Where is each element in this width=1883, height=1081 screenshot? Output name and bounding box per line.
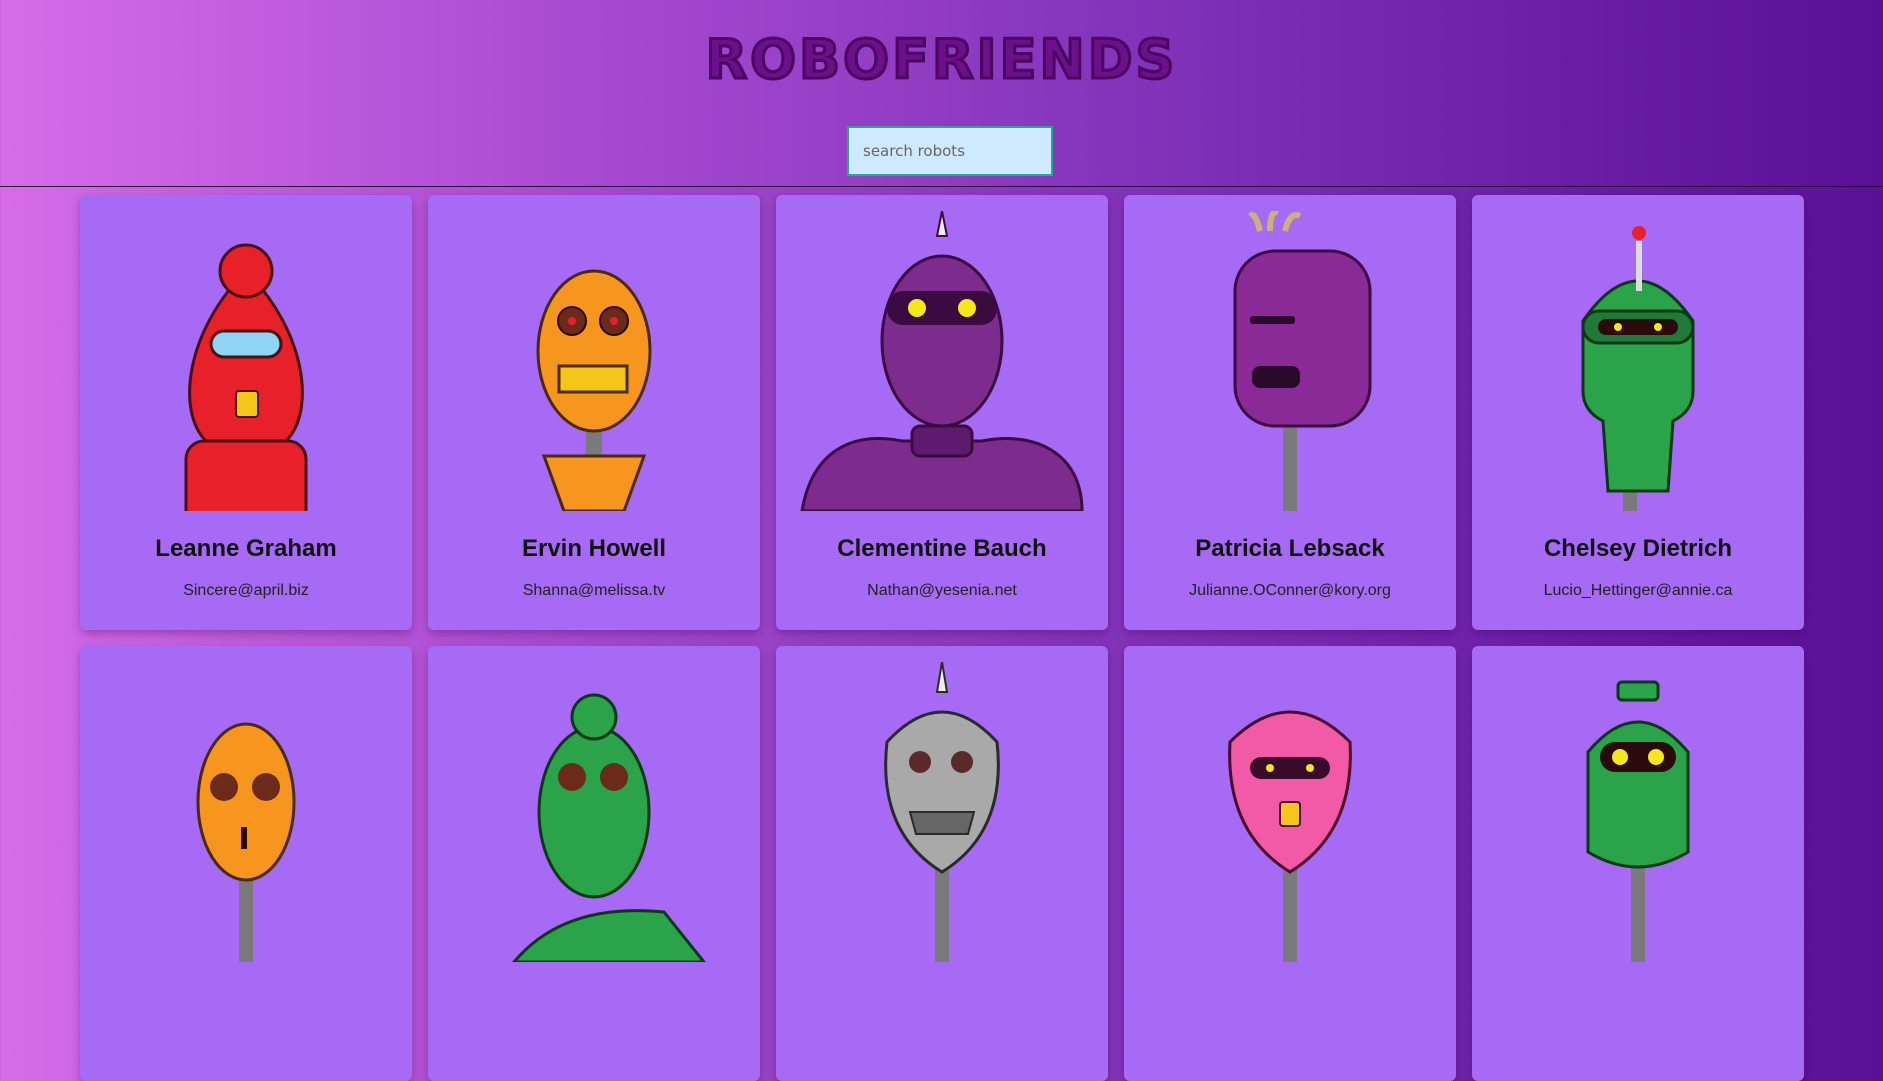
robot-card[interactable] [1472,646,1804,1081]
robot-avatar [1233,211,1372,511]
robot-avatar [512,693,706,962]
robot-card[interactable]: Patricia Lebsack Julianne.OConner@kory.o… [1124,195,1456,630]
robot-card[interactable]: Leanne Graham Sincere@april.biz [80,195,412,630]
header: ROBOFRIENDS [0,0,1883,187]
robot-name: Chelsey Dietrich [1543,535,1733,562]
robot-card[interactable] [428,646,760,1081]
robot-card[interactable] [776,646,1108,1081]
robot-avatar [1581,226,1695,511]
robot-email: Lucio_Hettinger@annie.ca [1543,582,1733,599]
robot-avatar [884,662,1000,962]
robot-email: Julianne.OConner@kory.org [1189,582,1391,599]
robot-card[interactable]: Ervin Howell Shanna@melissa.tv [428,195,760,630]
robot-avatar [536,269,652,511]
robot-avatar [184,243,308,511]
robot-avatar [800,211,1084,511]
robot-card[interactable]: Chelsey Dietrich Lucio_Hettinger@annie.c… [1472,195,1804,630]
robot-card[interactable]: Clementine Bauch Nathan@yesenia.net [776,195,1108,630]
search-input[interactable] [847,126,1053,176]
robot-avatar [1228,710,1352,962]
robot-email: Sincere@april.biz [183,582,309,599]
robot-avatar [1586,680,1690,962]
robot-card[interactable] [80,646,412,1081]
robot-email: Nathan@yesenia.net [867,582,1017,599]
robot-card[interactable] [1124,646,1456,1081]
robot-card-grid: Leanne Graham Sincere@april.biz Ervin Ho… [80,195,1810,1081]
robot-email: Shanna@melissa.tv [522,582,666,599]
robot-avatar [196,722,296,962]
robot-name: Patricia Lebsack [1195,535,1385,562]
robot-name: Leanne Graham [155,535,337,562]
app-logo: ROBOFRIENDS [704,27,1178,93]
robot-name: Ervin Howell [521,535,667,562]
robot-name: Clementine Bauch [837,535,1047,562]
